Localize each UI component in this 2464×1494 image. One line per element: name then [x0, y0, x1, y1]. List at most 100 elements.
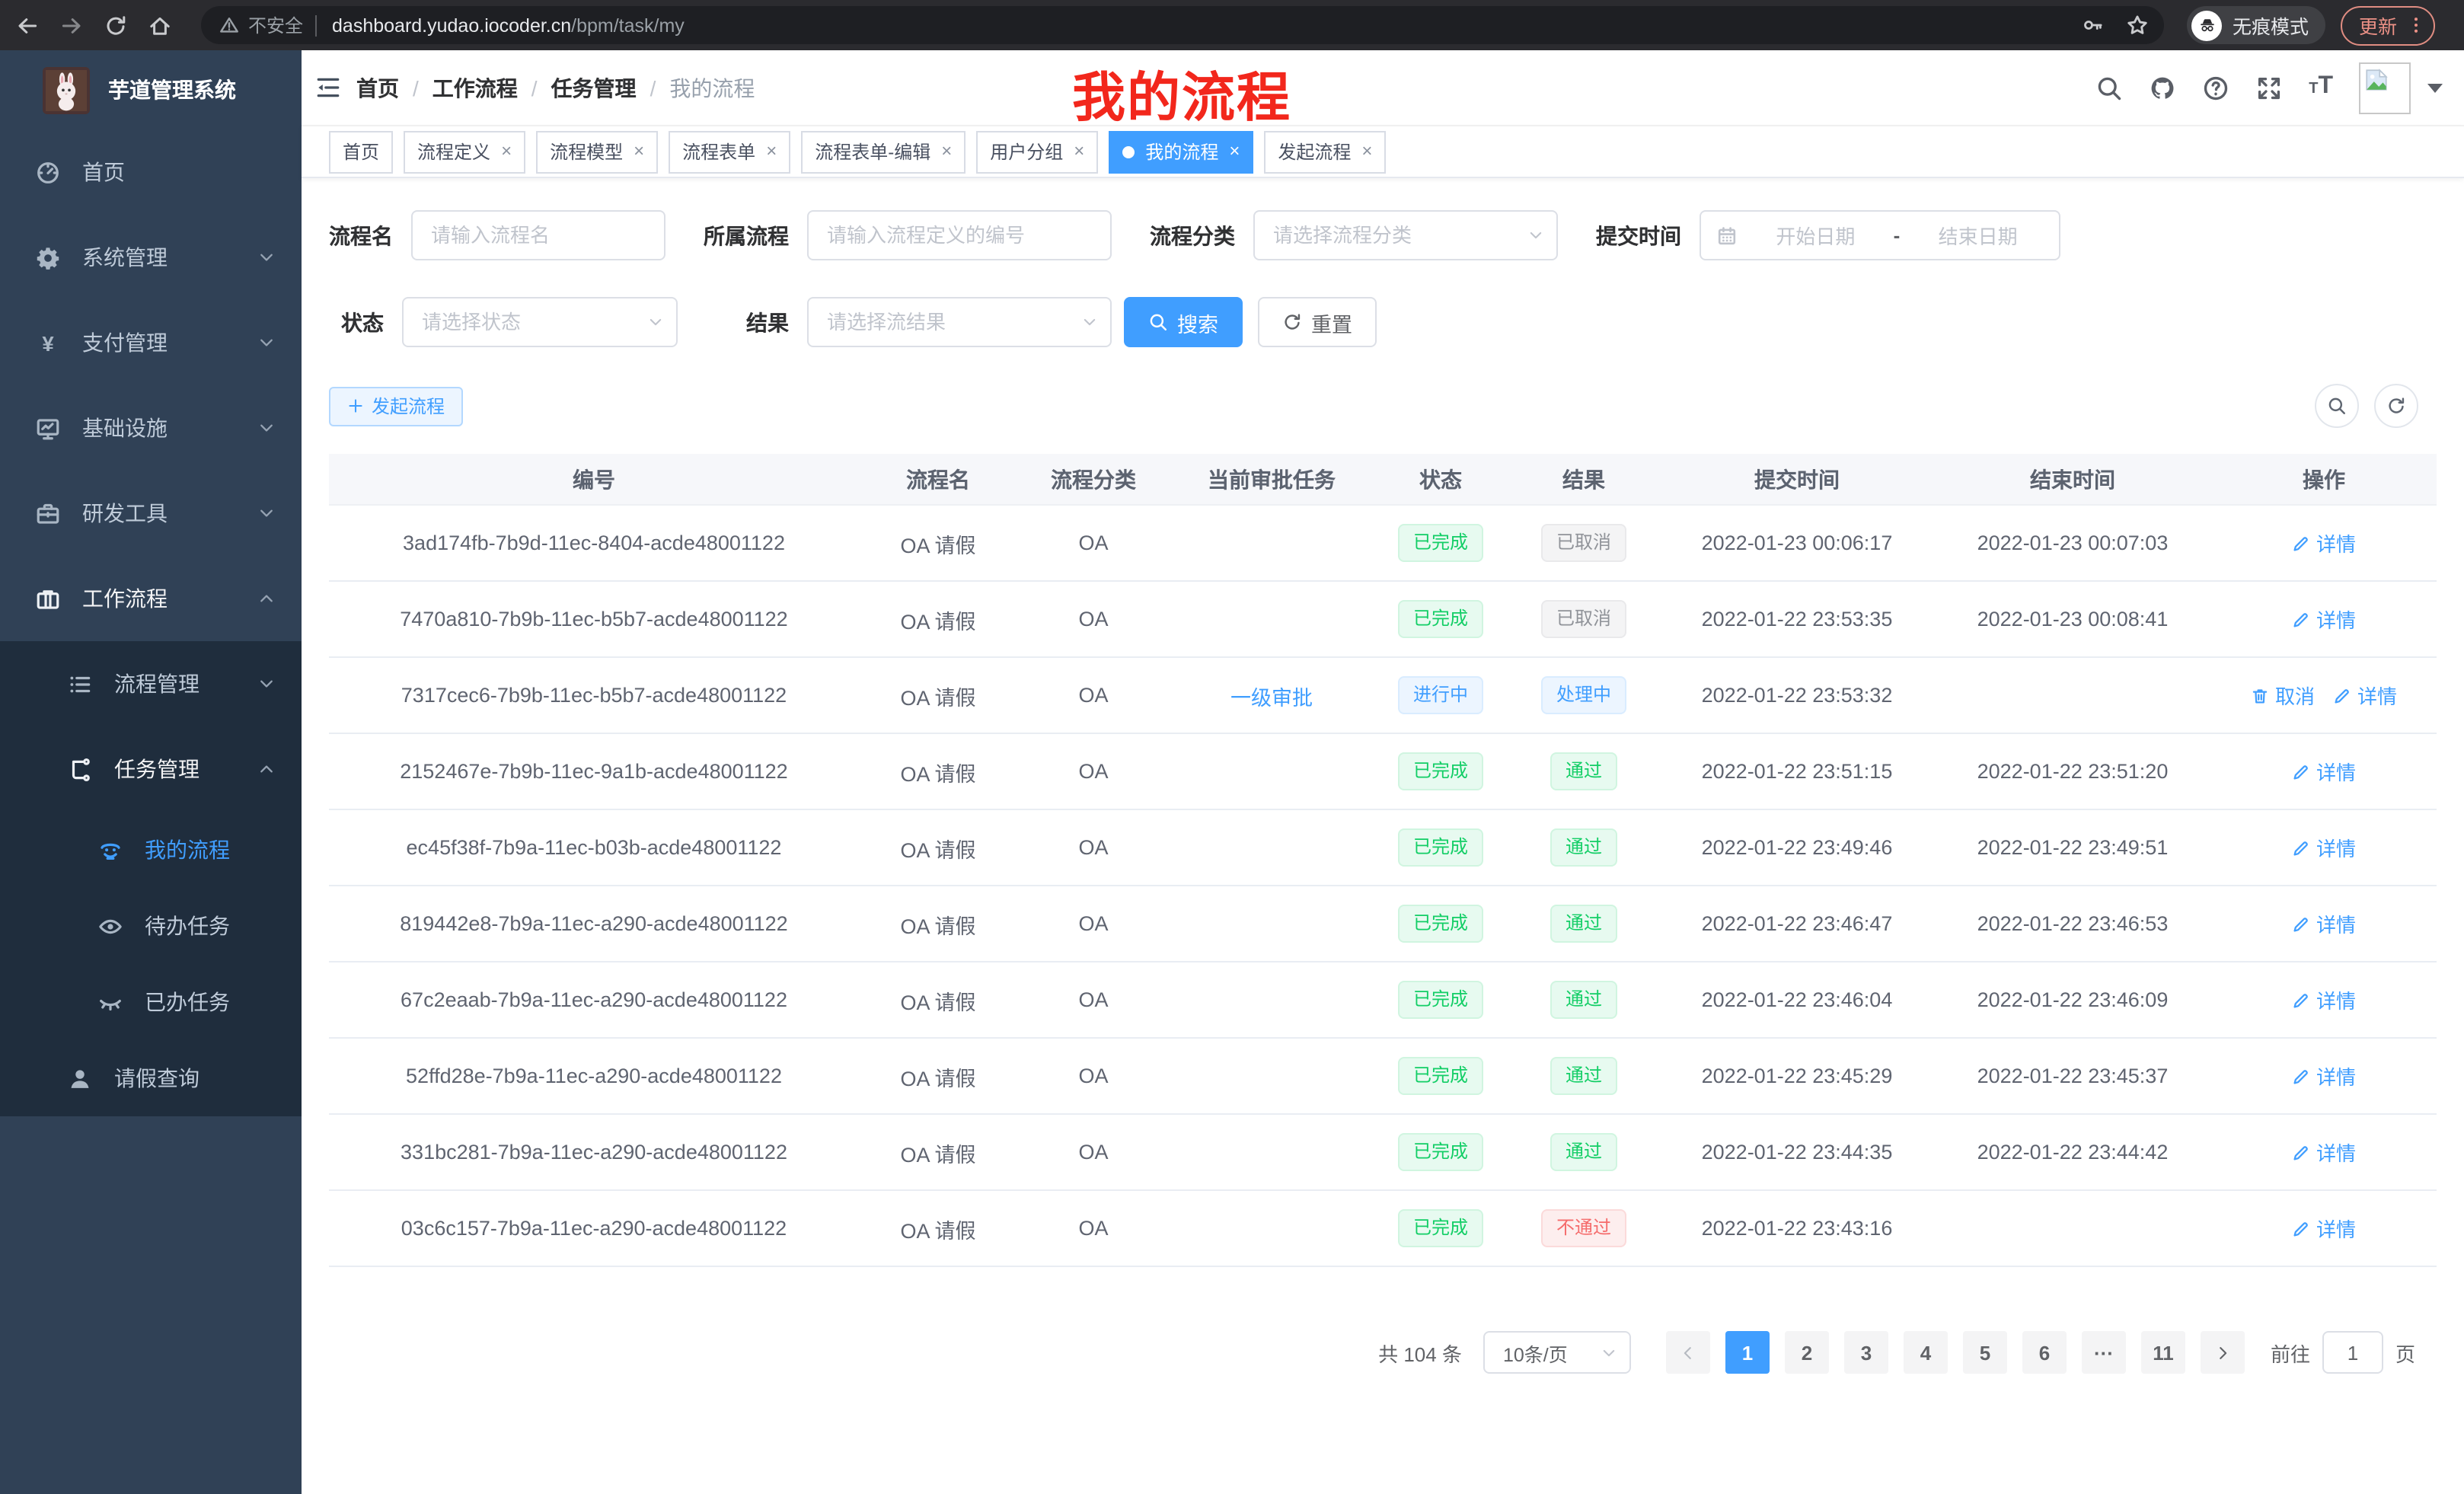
update-button[interactable]: 更新: [2341, 5, 2435, 45]
star-icon[interactable]: [2126, 14, 2149, 37]
tab-流程模型[interactable]: 流程模型×: [536, 130, 658, 173]
tab-close-icon[interactable]: ×: [1229, 142, 1240, 161]
page-button-6[interactable]: 6: [2022, 1331, 2067, 1374]
result-select[interactable]: [807, 297, 1112, 347]
page-size-select[interactable]: [1483, 1331, 1631, 1374]
sidebar-item-todo-tasks[interactable]: 待办任务: [0, 888, 302, 964]
page-button-5[interactable]: 5: [1963, 1331, 2007, 1374]
status-select[interactable]: [402, 297, 678, 347]
category-select[interactable]: [1253, 210, 1558, 260]
table-row: 7470a810-7b9b-11ec-b5b7-acde48001122OA 请…: [329, 581, 2437, 657]
sidebar-item-label: 已办任务: [145, 987, 230, 1017]
reload-icon[interactable]: [104, 13, 128, 37]
sidebar-item-workflow[interactable]: 工作流程: [0, 556, 302, 641]
detail-link[interactable]: 详情: [2292, 1214, 2356, 1243]
tab-首页[interactable]: 首页: [329, 130, 393, 173]
refresh-table-button[interactable]: [2374, 384, 2418, 428]
avatar[interactable]: [2359, 62, 2411, 113]
tab-流程表单-编辑[interactable]: 流程表单-编辑×: [801, 130, 965, 173]
table-row: ec45f38f-7b9a-11ec-b03b-acde48001122OA 请…: [329, 809, 2437, 886]
name-input[interactable]: [411, 210, 665, 260]
app-logo-row[interactable]: 芋道管理系统: [0, 50, 302, 129]
breadcrumb-item[interactable]: 首页: [356, 72, 399, 103]
tab-用户分组[interactable]: 用户分组×: [976, 130, 1098, 173]
cancel-link[interactable]: 取消: [2251, 681, 2315, 710]
page-button-3[interactable]: 3: [1844, 1331, 1888, 1374]
key-icon[interactable]: [2082, 14, 2105, 37]
hamburger-icon[interactable]: [314, 75, 343, 101]
detail-link[interactable]: 详情: [2292, 605, 2356, 634]
help-icon[interactable]: [2202, 74, 2229, 101]
detail-link[interactable]: 详情: [2292, 528, 2356, 557]
current-task-link[interactable]: 一级审批: [1230, 686, 1313, 709]
page-button-4[interactable]: 4: [1904, 1331, 1948, 1374]
breadcrumb-item[interactable]: 工作流程: [432, 72, 518, 103]
back-icon[interactable]: [15, 13, 40, 37]
detail-link[interactable]: 详情: [2292, 909, 2356, 938]
url-text[interactable]: dashboard.yudao.iocoder.cn/bpm/task/my: [332, 14, 685, 36]
reset-button[interactable]: 重置: [1258, 297, 1377, 347]
search-icon: [1148, 312, 1168, 332]
home-icon[interactable]: [148, 13, 172, 37]
create-process-button[interactable]: 发起流程: [329, 386, 463, 426]
cell-result: 已取消: [1508, 581, 1660, 657]
content: 流程名 所属流程 流程分类 提交时间 开始日期: [302, 178, 2464, 1494]
action-label: 详情: [2316, 909, 2356, 938]
fullscreen-icon[interactable]: [2255, 74, 2283, 101]
sidebar-item-infra[interactable]: 基础设施: [0, 385, 302, 471]
font-size-icon[interactable]: TT: [2309, 72, 2333, 103]
detail-link[interactable]: 详情: [2292, 757, 2356, 786]
detail-link[interactable]: 详情: [2292, 1138, 2356, 1167]
start-date-placeholder[interactable]: 开始日期: [1750, 221, 1882, 250]
chevron-down-icon[interactable]: [2427, 83, 2443, 92]
tab-close-icon[interactable]: ×: [941, 142, 952, 161]
show-search-button[interactable]: [2315, 384, 2359, 428]
detail-link[interactable]: 详情: [2333, 681, 2397, 710]
definition-input[interactable]: [807, 210, 1112, 260]
tab-close-icon[interactable]: ×: [766, 142, 777, 161]
security-label[interactable]: 不安全: [248, 12, 303, 38]
detail-link[interactable]: 详情: [2292, 833, 2356, 862]
sidebar-item-task-mgmt[interactable]: 任务管理: [0, 726, 302, 812]
tab-close-icon[interactable]: ×: [634, 142, 644, 161]
date-range-input[interactable]: 开始日期 - 结束日期: [1700, 210, 2060, 260]
address-bar[interactable]: 不安全 dashboard.yudao.iocoder.cn/bpm/task/…: [201, 6, 2164, 44]
cell-current-task[interactable]: 一级审批: [1170, 657, 1374, 733]
breadcrumb-item[interactable]: 任务管理: [551, 72, 637, 103]
sidebar-item-leave-query[interactable]: 请假查询: [0, 1040, 302, 1116]
tab-close-icon[interactable]: ×: [1361, 142, 1372, 161]
warning-icon: [219, 15, 239, 35]
sidebar-item-done-tasks[interactable]: 已办任务: [0, 964, 302, 1040]
next-page-button[interactable]: [2201, 1331, 2245, 1374]
page-button-11[interactable]: 11: [2141, 1331, 2185, 1374]
tab-发起流程[interactable]: 发起流程×: [1264, 130, 1386, 173]
sidebar-item-process-mgmt[interactable]: 流程管理: [0, 641, 302, 726]
tab-流程定义[interactable]: 流程定义×: [404, 130, 525, 173]
detail-link[interactable]: 详情: [2292, 1061, 2356, 1090]
page-button-1[interactable]: 1: [1725, 1331, 1770, 1374]
search-icon[interactable]: [2095, 74, 2123, 101]
cell-category: OA: [1017, 733, 1170, 809]
sidebar-item-home[interactable]: 首页: [0, 129, 302, 215]
forward-icon[interactable]: [59, 13, 84, 37]
sidebar-item-devtools[interactable]: 研发工具: [0, 471, 302, 556]
sidebar-item-system[interactable]: 系统管理: [0, 215, 302, 300]
sidebar-item-my-process[interactable]: 我的流程: [0, 812, 302, 888]
kebab-menu-icon[interactable]: [2406, 14, 2426, 37]
prev-page-button[interactable]: [1666, 1331, 1710, 1374]
goto-page-input[interactable]: [2322, 1331, 2383, 1374]
tab-我的流程[interactable]: 我的流程×: [1109, 130, 1253, 173]
tab-close-icon[interactable]: ×: [1074, 142, 1084, 161]
end-date-placeholder[interactable]: 结束日期: [1912, 221, 2044, 250]
search-button[interactable]: 搜索: [1124, 297, 1243, 347]
page-button-2[interactable]: 2: [1785, 1331, 1829, 1374]
list-icon: [67, 671, 93, 697]
sidebar-item-payment[interactable]: ¥支付管理: [0, 300, 302, 385]
page-size-value[interactable]: [1483, 1331, 1631, 1374]
tab-close-icon[interactable]: ×: [501, 142, 512, 161]
detail-link[interactable]: 详情: [2292, 985, 2356, 1014]
tab-流程表单[interactable]: 流程表单×: [669, 130, 790, 173]
total-count: 共 104 条: [1378, 1338, 1462, 1367]
cell-actions: 详情: [2211, 886, 2437, 962]
github-icon[interactable]: [2149, 74, 2176, 101]
